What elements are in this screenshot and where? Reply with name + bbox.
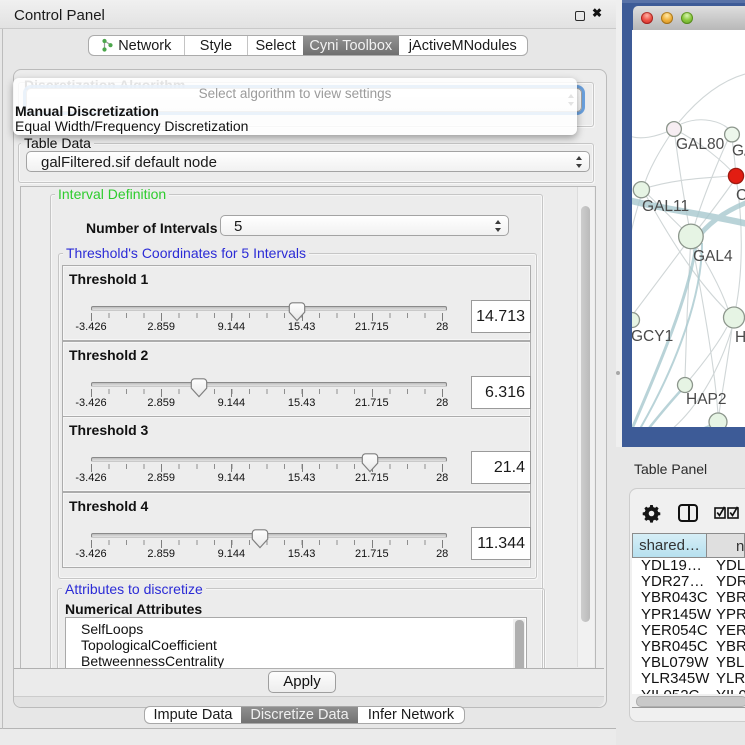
svg-text:GCY1: GCY1	[632, 328, 673, 345]
svg-text:HAP2: HAP2	[686, 391, 727, 408]
svg-text:GA: GA	[732, 143, 745, 160]
svg-text:GAL80: GAL80	[676, 136, 725, 153]
svg-text:CY: CY	[736, 187, 745, 204]
svg-text:GAL4: GAL4	[693, 248, 733, 265]
svg-text:GAL11: GAL11	[642, 198, 689, 215]
svg-text:H: H	[735, 329, 745, 346]
